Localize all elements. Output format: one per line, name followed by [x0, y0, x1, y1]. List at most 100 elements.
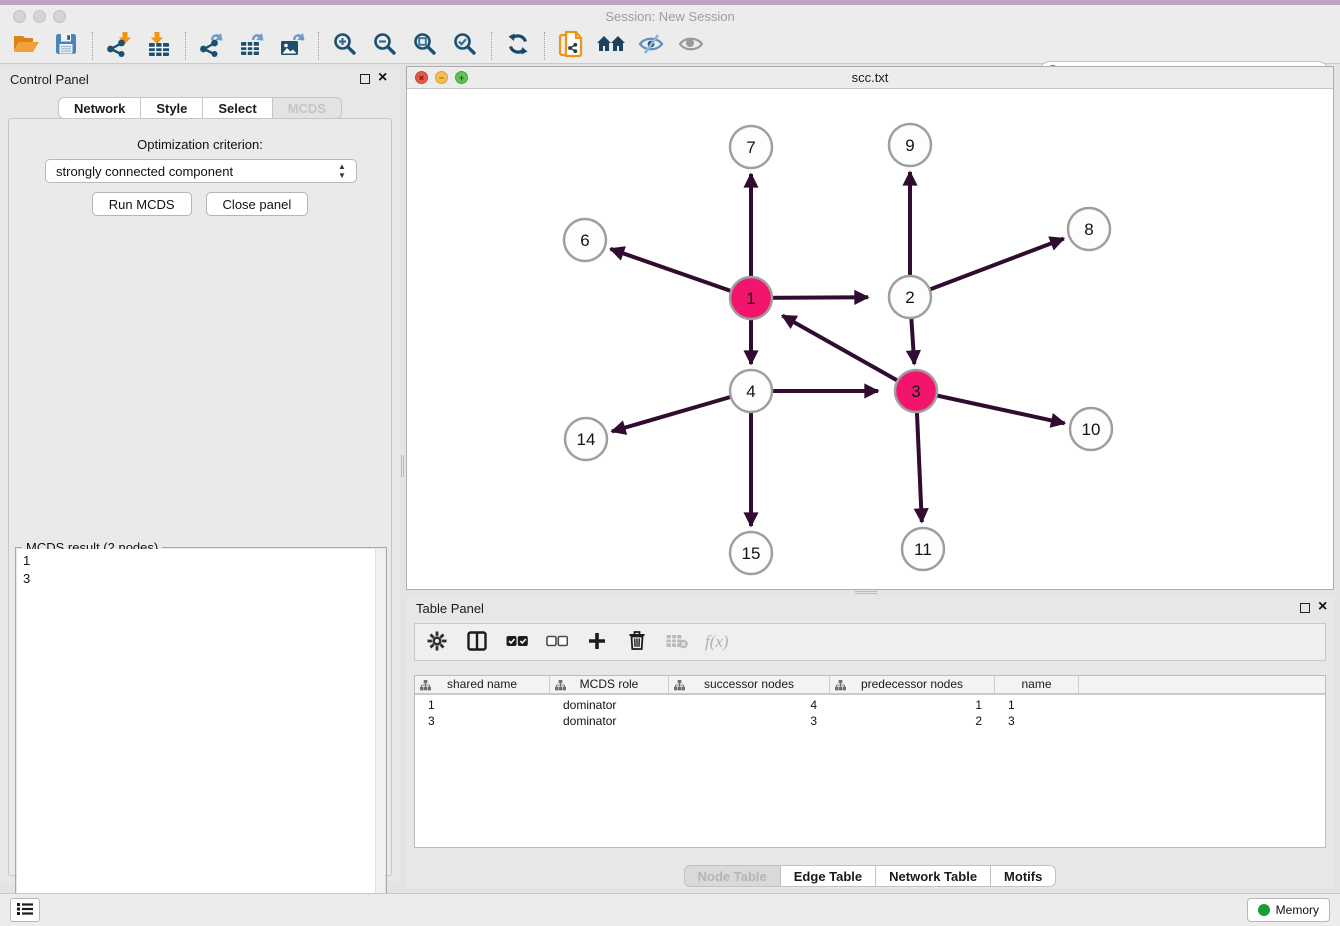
graph-edge-3-10[interactable]: [916, 391, 1065, 423]
graph-node-11[interactable]: 11: [902, 528, 944, 570]
column-header-predecessor-nodes[interactable]: predecessor nodes: [830, 676, 995, 693]
graph-node-14[interactable]: 14: [565, 418, 607, 460]
table-options-button[interactable]: [425, 630, 449, 654]
function-builder-button[interactable]: f(x): [705, 632, 729, 652]
column-header-successor-nodes[interactable]: successor nodes: [669, 676, 830, 693]
trash-icon: [629, 631, 645, 653]
graph-node-15[interactable]: 15: [730, 532, 772, 574]
tab-edge-table[interactable]: Edge Table: [781, 865, 876, 887]
graph-node-3[interactable]: 3: [895, 370, 937, 412]
close-table-panel-icon[interactable]: ×: [1318, 598, 1327, 616]
vertical-splitter-handle[interactable]: [400, 455, 406, 477]
save-session-button[interactable]: [46, 30, 86, 62]
column-tree-icon: [420, 679, 431, 696]
memory-label: Memory: [1276, 903, 1319, 917]
svg-text:3: 3: [911, 382, 920, 401]
status-bar: Memory: [0, 893, 1340, 926]
table-toolbar: f(x): [414, 623, 1326, 661]
delete-table-button[interactable]: [665, 630, 689, 654]
zoom-fit-icon: [413, 32, 437, 59]
svg-text:4: 4: [746, 382, 755, 401]
zoom-fit-button[interactable]: [405, 30, 445, 62]
mcds-result-area[interactable]: 1 3: [17, 549, 385, 923]
network-frame-title: scc.txt: [407, 70, 1333, 85]
svg-text:11: 11: [914, 540, 932, 559]
zoom-out-icon: [373, 32, 397, 59]
show-hidden-button[interactable]: [671, 30, 711, 62]
show-columns-button[interactable]: [465, 630, 489, 654]
export-network-button[interactable]: [192, 30, 232, 62]
graph-node-2[interactable]: 2: [889, 276, 931, 318]
memory-button[interactable]: Memory: [1247, 898, 1330, 922]
import-network-button[interactable]: [99, 30, 139, 62]
unselect-all-columns-button[interactable]: [545, 630, 569, 654]
toolbar-separator: [318, 32, 319, 60]
close-panel-button[interactable]: Close panel: [206, 192, 309, 216]
criterion-dropdown-value: strongly connected component: [56, 164, 233, 179]
control-panel-tabs: NetworkStyleSelectMCDS: [0, 97, 400, 119]
graph-node-6[interactable]: 6: [564, 219, 606, 261]
criterion-dropdown[interactable]: strongly connected component ▲▼: [45, 159, 357, 183]
table-row[interactable]: 3dominator323: [415, 713, 1325, 729]
network-view-frame: × − + scc.txt 7 9 6 8 1 2 4 3 14 10 15 11: [406, 66, 1334, 590]
graph-edge-3-1[interactable]: [782, 316, 916, 391]
graph-node-7[interactable]: 7: [730, 126, 772, 168]
table-header-row: shared nameMCDS rolesuccessor nodesprede…: [415, 676, 1325, 695]
export-table-button[interactable]: [232, 30, 272, 62]
column-header-shared-name[interactable]: shared name: [415, 676, 550, 693]
cell-predecessor-nodes: 2: [830, 713, 995, 729]
svg-text:6: 6: [580, 231, 589, 250]
column-header-name[interactable]: name: [995, 676, 1079, 693]
delete-columns-button[interactable]: [625, 630, 649, 654]
mcds-result-text: 1 3: [23, 552, 371, 588]
refresh-view-button[interactable]: [498, 30, 538, 62]
graph-node-9[interactable]: 9: [889, 124, 931, 166]
zoom-in-button[interactable]: [325, 30, 365, 62]
task-history-button[interactable]: [10, 898, 40, 922]
tab-motifs[interactable]: Motifs: [991, 865, 1056, 887]
task-list-icon: [16, 901, 34, 920]
zoom-out-button[interactable]: [365, 30, 405, 62]
toolbar-separator: [491, 32, 492, 60]
mcds-panel: Optimization criterion: strongly connect…: [8, 118, 392, 876]
unchecked-boxes-icon: [546, 635, 568, 650]
run-mcds-button[interactable]: Run MCDS: [92, 192, 192, 216]
svg-text:14: 14: [577, 430, 596, 449]
select-all-columns-button[interactable]: [505, 630, 529, 654]
column-header-mcds-role[interactable]: MCDS role: [550, 676, 669, 693]
columns-icon: [467, 631, 487, 654]
table-body: 1dominator4113dominator323: [415, 697, 1325, 729]
graph-edge-1-6[interactable]: [610, 249, 751, 298]
tab-mcds[interactable]: MCDS: [273, 97, 342, 119]
column-tree-icon: [835, 679, 846, 696]
column-tree-icon: [674, 679, 685, 696]
add-column-button[interactable]: [585, 630, 609, 654]
tab-node-table[interactable]: Node Table: [684, 865, 781, 887]
export-image-button[interactable]: [272, 30, 312, 62]
show-graphics-details-button[interactable]: [591, 30, 631, 62]
tab-style[interactable]: Style: [141, 97, 203, 119]
close-panel-icon[interactable]: ×: [378, 69, 387, 87]
tab-select[interactable]: Select: [203, 97, 272, 119]
graph-node-1[interactable]: 1: [730, 277, 772, 319]
tab-network-table[interactable]: Network Table: [876, 865, 991, 887]
tab-network[interactable]: Network: [58, 97, 141, 119]
float-table-panel-icon[interactable]: [1300, 603, 1310, 613]
network-frame-titlebar[interactable]: × − + scc.txt: [407, 67, 1333, 89]
zoom-in-icon: [333, 32, 357, 59]
graph-node-10[interactable]: 10: [1070, 408, 1112, 450]
graph-edge-2-8[interactable]: [910, 239, 1064, 297]
float-panel-icon[interactable]: [360, 74, 370, 84]
open-session-button[interactable]: [6, 30, 46, 62]
network-graph[interactable]: 7 9 6 8 1 2 4 3 14 10 15 11: [407, 89, 1333, 589]
cell-name: 1: [995, 697, 1079, 713]
zoom-selected-button[interactable]: [445, 30, 485, 62]
graph-node-4[interactable]: 4: [730, 370, 772, 412]
graph-node-8[interactable]: 8: [1068, 208, 1110, 250]
result-scrollbar[interactable]: [375, 549, 385, 923]
clone-network-button[interactable]: [551, 30, 591, 62]
eye-slash-icon: [637, 33, 665, 58]
table-row[interactable]: 1dominator411: [415, 697, 1325, 713]
import-table-button[interactable]: [139, 30, 179, 62]
hide-selected-button[interactable]: [631, 30, 671, 62]
